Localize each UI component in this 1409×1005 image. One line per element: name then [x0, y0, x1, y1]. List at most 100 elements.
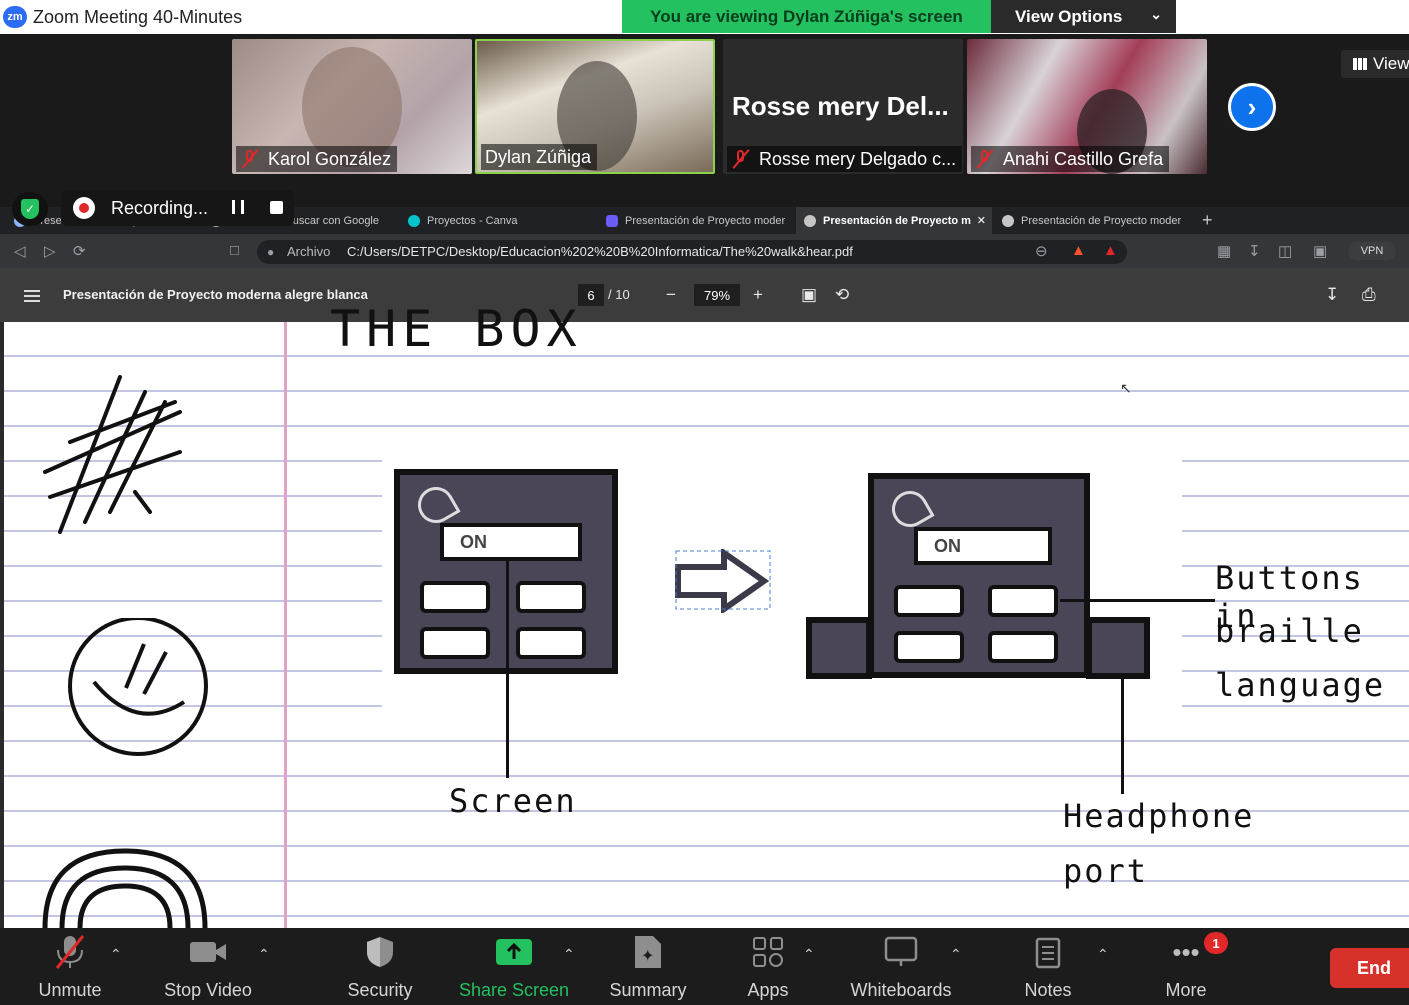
share-screen-label: Share Screen: [458, 980, 570, 1000]
more-dots-icon: •••: [1172, 936, 1200, 967]
unmute-button[interactable]: Unmute: [30, 931, 110, 1001]
view-options-button[interactable]: View Options ⌄: [991, 0, 1176, 33]
unmute-label: Unmute: [38, 980, 102, 1000]
brave-shield-icon[interactable]: ▲: [1071, 242, 1086, 259]
extensions-icon[interactable]: ▦: [1217, 242, 1231, 260]
whiteboards-label: Whiteboards: [850, 980, 952, 1000]
close-tab-icon[interactable]: ✕: [977, 214, 986, 227]
security-label: Security: [347, 980, 413, 1000]
whiteboards-options-chevron-icon[interactable]: ⌃: [950, 946, 962, 963]
stop-video-button[interactable]: Stop Video: [158, 931, 258, 1001]
on-screen: ON: [440, 523, 582, 561]
braille-button: [894, 631, 964, 663]
chevron-down-icon: ⌄: [1150, 6, 1162, 22]
apps-button[interactable]: Apps: [738, 931, 798, 1001]
zoom-out-icon[interactable]: ⊖: [1035, 242, 1048, 260]
participant-name: Rosse mery Delgado c...: [759, 148, 957, 169]
zoom-out-button[interactable]: −: [666, 285, 676, 305]
pause-recording-icon[interactable]: [232, 200, 244, 214]
headphone-label-line1: Headphone: [1063, 797, 1255, 835]
end-meeting-button[interactable]: End: [1330, 948, 1409, 988]
viewing-screen-banner: You are viewing Dylan Zúñiga's screen: [622, 0, 991, 33]
grid-icon: [1353, 58, 1367, 70]
share-options-chevron-icon[interactable]: ⌃: [563, 946, 575, 963]
video-tile-dylan[interactable]: Dylan Zúñiga: [475, 39, 715, 174]
view-options-label: View Options: [1015, 6, 1123, 26]
screen-label: Screen: [449, 782, 577, 820]
url-text[interactable]: C:/Users/DETPC/Desktop/Educacion%202%20B…: [347, 244, 853, 259]
vpn-button[interactable]: VPN: [1348, 242, 1396, 260]
video-options-chevron-icon[interactable]: ⌃: [258, 946, 270, 963]
wallet-icon[interactable]: ▣: [1313, 242, 1327, 260]
summary-document-icon: ✦: [628, 932, 668, 972]
headphone-label-line2: port: [1063, 852, 1149, 890]
security-shield-icon[interactable]: ✓: [12, 192, 48, 226]
next-page-arrow-icon[interactable]: ›: [1228, 83, 1276, 131]
browser-tab[interactable]: Presentación de Proyecto moder: [1002, 207, 1192, 234]
on-screen: ON: [914, 527, 1052, 565]
video-tile-karol[interactable]: Karol González: [232, 39, 472, 174]
shield-icon: [360, 932, 400, 972]
notes-button[interactable]: Notes: [1018, 931, 1078, 1001]
zoom-in-button[interactable]: +: [753, 285, 763, 305]
video-camera-icon: [188, 932, 228, 972]
rainbow-doodle: [42, 848, 208, 928]
braille-button: [894, 585, 964, 617]
svg-text:✦: ✦: [641, 946, 654, 965]
right-arrow-icon: [675, 549, 771, 613]
rotate-icon[interactable]: ⟲: [835, 285, 849, 305]
info-icon[interactable]: ●: [267, 245, 274, 259]
reload-icon[interactable]: ⟳: [73, 242, 86, 260]
notebook-margin-line: [284, 322, 287, 928]
participant-name-tag: Rosse mery Delgado c...: [727, 146, 963, 172]
stop-video-label: Stop Video: [164, 980, 252, 1000]
tab-label: Presentación de Proyecto moder: [1021, 214, 1182, 227]
video-tile-anahi[interactable]: Anahi Castillo Grefa: [967, 39, 1207, 174]
headphone-port: [806, 617, 872, 679]
security-button[interactable]: Security: [340, 931, 420, 1001]
buttons-label-line3: language: [1215, 666, 1386, 704]
participant-display-name: Rosse mery Del...: [732, 91, 949, 121]
download-icon[interactable]: ↧: [1248, 242, 1261, 260]
sidebar-icon[interactable]: ◫: [1278, 242, 1292, 260]
back-icon[interactable]: ◁: [14, 242, 26, 260]
bookmark-icon[interactable]: □: [230, 242, 239, 259]
stop-recording-icon[interactable]: [270, 201, 283, 214]
zoom-level-input[interactable]: 79%: [694, 284, 740, 306]
whiteboards-button[interactable]: Whiteboards: [845, 931, 957, 1001]
notes-options-chevron-icon[interactable]: ⌃: [1097, 946, 1109, 963]
view-label: View: [1373, 54, 1409, 73]
buttons-label-line2: braille: [1215, 612, 1364, 650]
print-icon[interactable]: ⎙: [1362, 285, 1376, 305]
notes-label: Notes: [1024, 980, 1072, 1000]
view-button[interactable]: View: [1341, 50, 1409, 78]
page-total: / 10: [608, 287, 630, 302]
browser-tab[interactable]: Presentación de Proyecto moder: [606, 207, 796, 234]
headphone-pointer-line: [1121, 676, 1124, 794]
share-screen-button[interactable]: Share Screen: [458, 931, 570, 1001]
summary-button[interactable]: ✦ Summary: [604, 931, 692, 1001]
tab-label: Presentación de Proyecto m: [823, 214, 971, 227]
recording-label: Recording...: [111, 198, 209, 218]
device-box-with-ports: ON: [868, 473, 1090, 678]
zoom-logo-icon: zm: [3, 6, 27, 28]
apps-options-chevron-icon[interactable]: ⌃: [803, 946, 815, 963]
tab-label: Presentación de Proyecto moder: [625, 214, 786, 227]
video-strip: Karol González Dylan Zúñiga Rosse mery D…: [0, 34, 1409, 186]
new-tab-icon[interactable]: +: [1202, 207, 1222, 234]
video-tile-rosse[interactable]: Rosse mery Del... Rosse mery Delgado c..…: [723, 39, 963, 174]
pdf-document-title: Presentación de Proyecto moderna alegre …: [63, 287, 368, 302]
summary-label: Summary: [609, 980, 687, 1000]
forward-icon[interactable]: ▷: [44, 242, 56, 260]
download-icon[interactable]: ↧: [1325, 285, 1339, 305]
globe-icon: [804, 214, 816, 227]
more-label: More: [1165, 980, 1207, 1000]
browser-tab[interactable]: Proyectos - Canva: [408, 207, 598, 234]
menu-icon[interactable]: [24, 290, 40, 302]
buttons-pointer-line: [1060, 599, 1215, 602]
app-icon: [606, 214, 618, 227]
rewards-icon[interactable]: ▲: [1103, 242, 1118, 259]
fit-page-icon[interactable]: ▣: [801, 285, 817, 305]
audio-options-chevron-icon[interactable]: ⌃: [110, 946, 122, 963]
browser-tab-active[interactable]: Presentación de Proyecto m ✕: [796, 207, 992, 234]
